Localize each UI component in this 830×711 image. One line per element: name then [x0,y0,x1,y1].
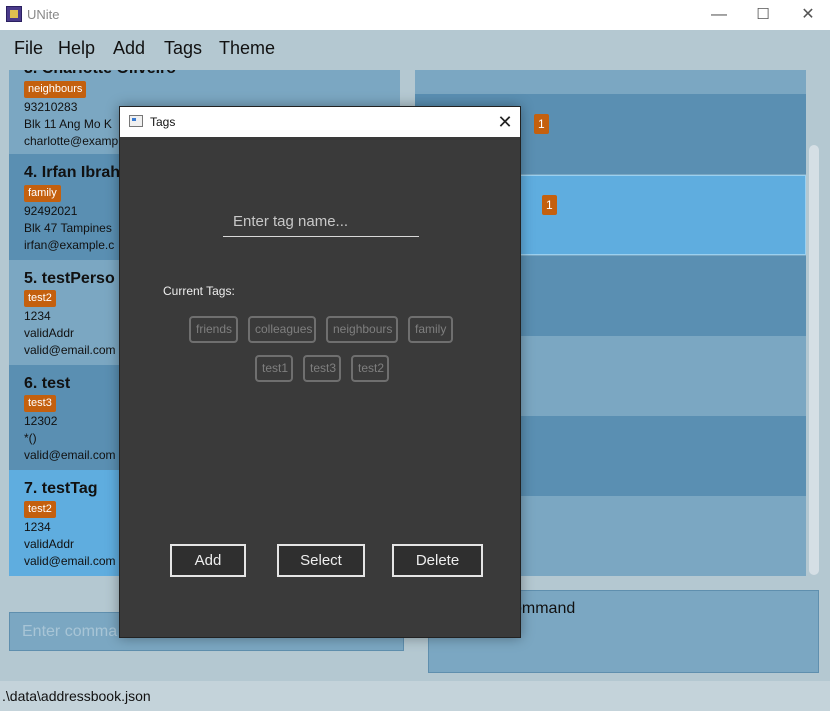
window-titlebar: UNite — ☐ ✕ [0,0,830,30]
menu-add[interactable]: Add [113,38,145,59]
tag-count: 1 [534,114,549,134]
add-button[interactable]: Add [170,544,246,577]
status-bar: .\data\addressbook.json [0,681,830,711]
current-tags-label: Current Tags: [163,284,235,298]
dialog-titlebar: Tags ✕ [120,107,520,137]
tag-chip-friends[interactable]: friends [189,316,238,343]
delete-button[interactable]: Delete [392,544,483,577]
person-address: validAddr [24,537,75,551]
save-location: .\data\addressbook.json [2,688,151,704]
person-tag: test3 [24,395,56,412]
person-name: 4. Irfan Ibrah [24,164,121,181]
person-tag: test2 [24,290,56,307]
menu-help[interactable]: Help [58,38,95,59]
person-phone: 92492021 [24,204,78,218]
tags-dialog: Tags ✕ Current Tags: friends colleagues … [119,106,521,638]
tag-chip-colleagues[interactable]: colleagues [248,316,316,343]
result-text: ommand [513,600,576,617]
select-button[interactable]: Select [277,544,365,577]
person-email: irfan@example.c [24,238,115,252]
window-icon [129,115,143,127]
menu-tags[interactable]: Tags [164,38,202,59]
person-name: 6. test [24,375,71,392]
tag-chip-test1[interactable]: test1 [255,355,293,382]
person-phone: 93210283 [24,100,78,114]
person-tag: test2 [24,501,56,518]
person-address: *() [24,431,37,445]
tag-chip-neighbours[interactable]: neighbours [326,316,398,343]
person-email: charlotte@examp [24,134,119,148]
dialog-title: Tags [150,115,176,129]
person-name: 7. testTag [24,480,98,497]
person-address: Blk 47 Tampines [24,221,112,235]
person-tag: family [24,185,61,202]
tag-chip-test2[interactable]: test2 [351,355,389,382]
app-icon [6,6,22,22]
person-email: valid@email.com [24,343,116,357]
command-placeholder: Enter comma [22,623,118,640]
tag-chip-test3[interactable]: test3 [303,355,341,382]
window-title: UNite [27,7,60,22]
tag-count: 1 [542,195,557,215]
maximize-icon[interactable]: ☐ [752,4,774,26]
tag-chip-family[interactable]: family [408,316,453,343]
person-phone: 1234 [24,520,51,534]
person-address: validAddr [24,326,75,340]
close-icon[interactable]: ✕ [494,111,516,133]
close-icon[interactable]: ✕ [797,4,819,26]
person-tag: neighbours [24,81,87,98]
person-address: Blk 11 Ang Mo K [24,117,112,131]
menu-theme[interactable]: Theme [219,38,275,59]
person-email: valid@email.com [24,554,116,568]
person-name: 5. testPerso [24,270,115,287]
tag-list-scrollbar[interactable] [809,145,819,575]
person-name: 3. Charlotte Oliveiro [24,70,176,78]
person-phone: 12302 [24,414,58,428]
person-phone: 1234 [24,309,51,323]
person-email: valid@email.com [24,448,116,462]
minimize-icon[interactable]: — [708,4,730,26]
menu-file[interactable]: File [14,38,43,59]
tag-name-input[interactable] [223,207,419,237]
menubar: File Help Add Tags Theme [0,30,830,64]
